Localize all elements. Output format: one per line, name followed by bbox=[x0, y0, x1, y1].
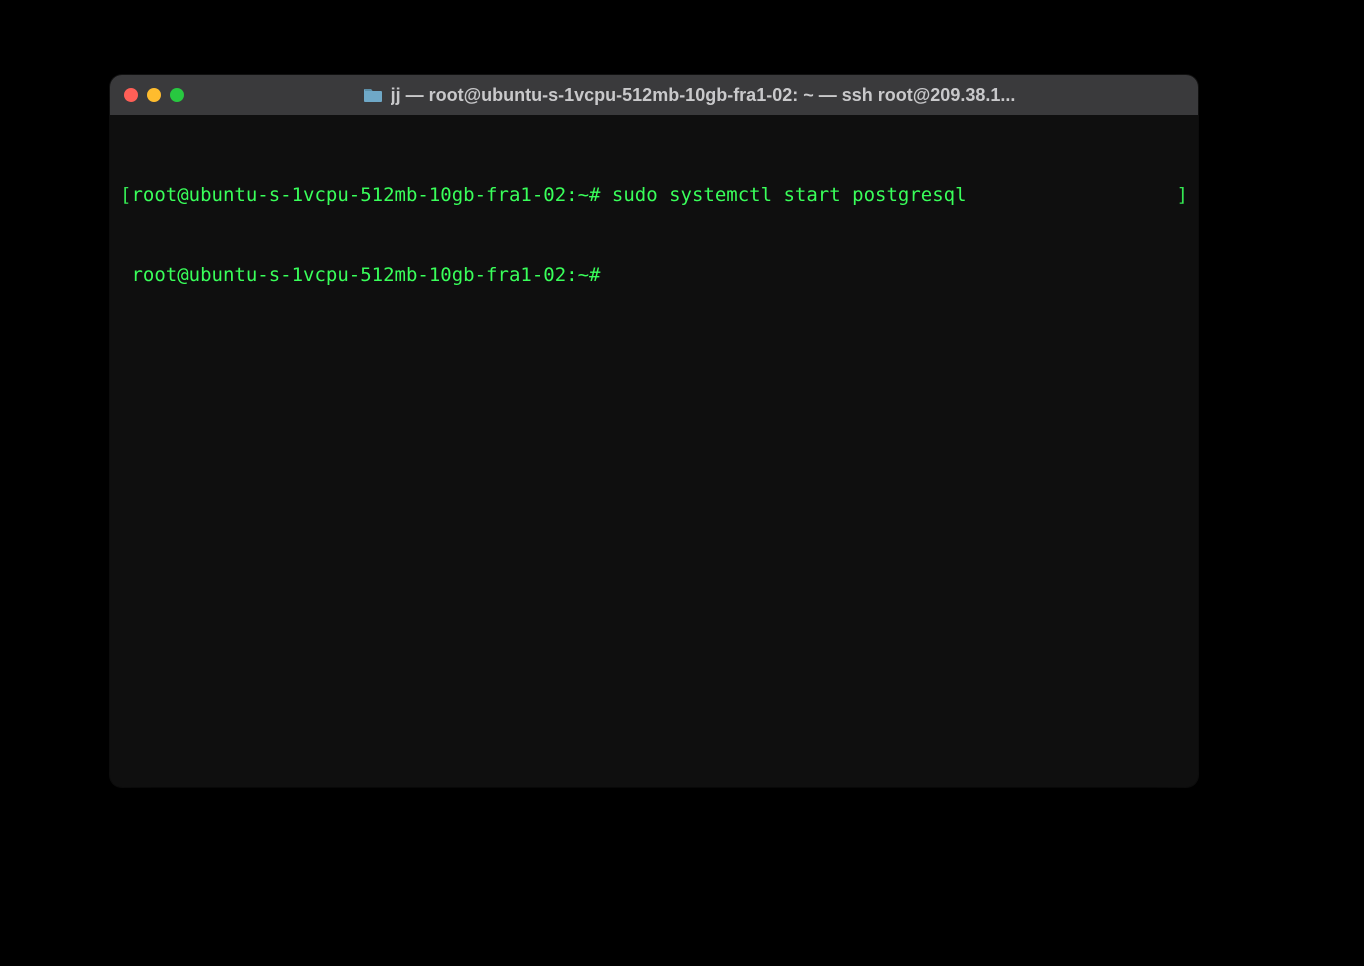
minimize-button[interactable] bbox=[147, 88, 161, 102]
maximize-button[interactable] bbox=[170, 88, 184, 102]
terminal-window: jj — root@ubuntu-s-1vcpu-512mb-10gb-fra1… bbox=[110, 75, 1198, 787]
shell-prompt: root@ubuntu-s-1vcpu-512mb-10gb-fra1-02:~… bbox=[131, 184, 600, 206]
open-bracket: [ bbox=[120, 184, 131, 206]
shell-prompt: root@ubuntu-s-1vcpu-512mb-10gb-fra1-02:~… bbox=[131, 264, 600, 286]
window-title: jj — root@ubuntu-s-1vcpu-512mb-10gb-fra1… bbox=[391, 85, 1016, 106]
command-text: sudo systemctl start postgresql bbox=[612, 184, 967, 206]
terminal-line: root@ubuntu-s-1vcpu-512mb-10gb-fra1-02:~… bbox=[120, 262, 1188, 289]
close-button[interactable] bbox=[124, 88, 138, 102]
terminal-line: [root@ubuntu-s-1vcpu-512mb-10gb-fra1-02:… bbox=[120, 182, 1188, 209]
traffic-lights bbox=[124, 88, 184, 102]
terminal-body[interactable]: [root@ubuntu-s-1vcpu-512mb-10gb-fra1-02:… bbox=[110, 115, 1198, 787]
window-title-container: jj — root@ubuntu-s-1vcpu-512mb-10gb-fra1… bbox=[194, 85, 1184, 106]
close-bracket: ] bbox=[1177, 182, 1188, 209]
folder-icon bbox=[363, 87, 383, 103]
title-bar[interactable]: jj — root@ubuntu-s-1vcpu-512mb-10gb-fra1… bbox=[110, 75, 1198, 115]
open-bracket bbox=[120, 264, 131, 286]
